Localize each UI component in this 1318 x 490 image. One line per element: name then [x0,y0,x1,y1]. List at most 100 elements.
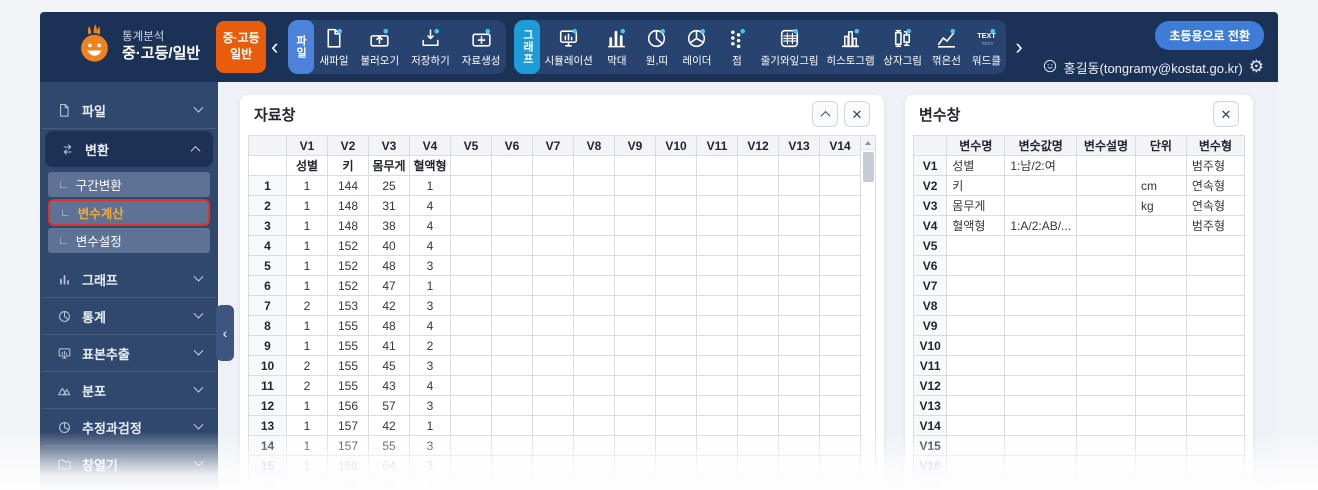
variable-values-cell[interactable] [1004,295,1078,316]
variable-unit-cell[interactable]: kg [1134,195,1187,216]
data-cell[interactable] [819,355,861,376]
data-cell[interactable] [450,275,492,296]
data-cell[interactable] [573,475,615,490]
data-cell[interactable] [614,395,656,416]
data-cell[interactable] [532,215,574,236]
data-cell[interactable] [737,415,779,436]
variable-id-cell[interactable]: V5 [912,235,948,256]
data-cell[interactable]: 155 [327,335,369,356]
variable-label-cell[interactable] [819,155,861,176]
data-cell[interactable] [532,295,574,316]
column-header[interactable]: V1 [286,135,328,156]
data-cell[interactable] [491,335,533,356]
variable-type-cell[interactable] [1185,415,1246,436]
data-cell[interactable] [737,435,779,456]
variable-unit-cell[interactable] [1134,335,1187,356]
data-cell[interactable]: 4 [409,215,451,236]
data-cell[interactable] [737,315,779,336]
toolbar-histogram-button[interactable]: 히스토그램 [822,20,879,74]
data-cell[interactable] [737,455,779,476]
variable-values-cell[interactable] [1004,315,1078,336]
variable-desc-cell[interactable] [1076,235,1136,256]
row-number-cell[interactable]: 16 [248,475,287,490]
data-cell[interactable] [614,315,656,336]
variable-label-cell[interactable] [573,155,615,176]
variable-unit-cell[interactable] [1134,355,1187,376]
toolbar-box-plot-button[interactable]: 상자그림 [879,20,927,74]
variable-type-cell[interactable] [1185,375,1246,396]
variable-desc-cell[interactable] [1076,155,1136,176]
data-cell[interactable] [819,335,861,356]
column-header[interactable]: 변수형 [1185,135,1246,156]
data-cell[interactable] [778,215,820,236]
variable-name-cell[interactable] [946,295,1006,316]
data-cell[interactable] [573,335,615,356]
toolbar-scroll-left-icon[interactable]: ‹ [266,36,283,58]
data-cell[interactable] [819,455,861,476]
data-cell[interactable]: 3 [409,435,451,456]
row-number-cell[interactable]: 6 [248,275,287,296]
data-cell[interactable] [614,255,656,276]
variable-window-close-button[interactable]: ✕ [1213,101,1239,127]
data-cell[interactable] [491,375,533,396]
variable-type-cell[interactable] [1185,335,1246,356]
variable-name-cell[interactable] [946,415,1006,436]
variable-values-cell[interactable] [1004,435,1078,456]
data-cell[interactable] [491,175,533,196]
data-cell[interactable] [696,275,738,296]
data-cell[interactable]: 155 [327,315,369,336]
variable-desc-cell[interactable] [1076,295,1136,316]
data-cell[interactable] [532,375,574,396]
sidebar-item-manual[interactable]: 통그라미 사용설명서 [42,483,216,490]
toolbar-tab-graph[interactable]: 그래프 [514,20,541,74]
variable-values-cell[interactable] [1004,195,1078,216]
variable-values-cell[interactable] [1004,175,1078,196]
column-header[interactable]: V14 [819,135,861,156]
variable-name-cell[interactable] [946,355,1006,376]
sidebar-item-stats[interactable]: 통계 [42,298,216,335]
data-cell[interactable] [491,235,533,256]
variable-type-cell[interactable] [1185,295,1246,316]
data-cell[interactable]: 2 [409,335,451,356]
data-cell[interactable] [491,435,533,456]
data-cell[interactable]: 3 [409,395,451,416]
data-cell[interactable] [614,415,656,436]
variable-label-cell[interactable]: 몸무게 [368,155,410,176]
data-cell[interactable] [532,315,574,336]
data-cell[interactable] [491,415,533,436]
row-number-cell[interactable]: 14 [248,435,287,456]
data-cell[interactable] [696,175,738,196]
sidebar-subitem-2[interactable]: ∟ 변수설정 [48,228,210,253]
row-number-cell[interactable]: 10 [248,355,287,376]
column-header[interactable]: 변수설명 [1076,135,1136,156]
data-cell[interactable]: 64 [368,455,410,476]
variable-values-cell[interactable] [1004,395,1078,416]
variable-id-cell[interactable]: V4 [912,215,948,236]
data-cell[interactable] [532,275,574,296]
data-cell[interactable] [491,295,533,316]
row-number-cell[interactable]: 3 [248,215,287,236]
toolbar-bar-chart-button[interactable]: 막대 [597,20,637,74]
column-header[interactable]: V4 [409,135,451,156]
variable-type-cell[interactable] [1185,455,1246,476]
variable-unit-cell[interactable] [1134,415,1187,436]
variable-desc-cell[interactable] [1076,375,1136,396]
variable-unit-cell[interactable] [1134,255,1187,276]
variable-id-cell[interactable]: V13 [912,395,948,416]
variable-desc-cell[interactable] [1076,215,1136,236]
data-window-collapse-button[interactable] [812,101,838,127]
column-header[interactable]: V2 [327,135,369,156]
data-cell[interactable]: 57 [368,395,410,416]
variable-desc-cell[interactable] [1076,395,1136,416]
data-cell[interactable] [655,195,697,216]
data-cell[interactable] [696,475,738,490]
variable-label-cell[interactable] [778,155,820,176]
data-cell[interactable] [737,395,779,416]
row-number-cell[interactable]: 8 [248,315,287,336]
data-cell[interactable] [819,375,861,396]
column-header[interactable]: V10 [655,135,697,156]
variable-values-cell[interactable] [1004,235,1078,256]
toolbar-save-file-button[interactable]: 저장하기 [405,20,456,74]
data-cell[interactable]: 31 [368,195,410,216]
data-cell[interactable]: 48 [368,315,410,336]
